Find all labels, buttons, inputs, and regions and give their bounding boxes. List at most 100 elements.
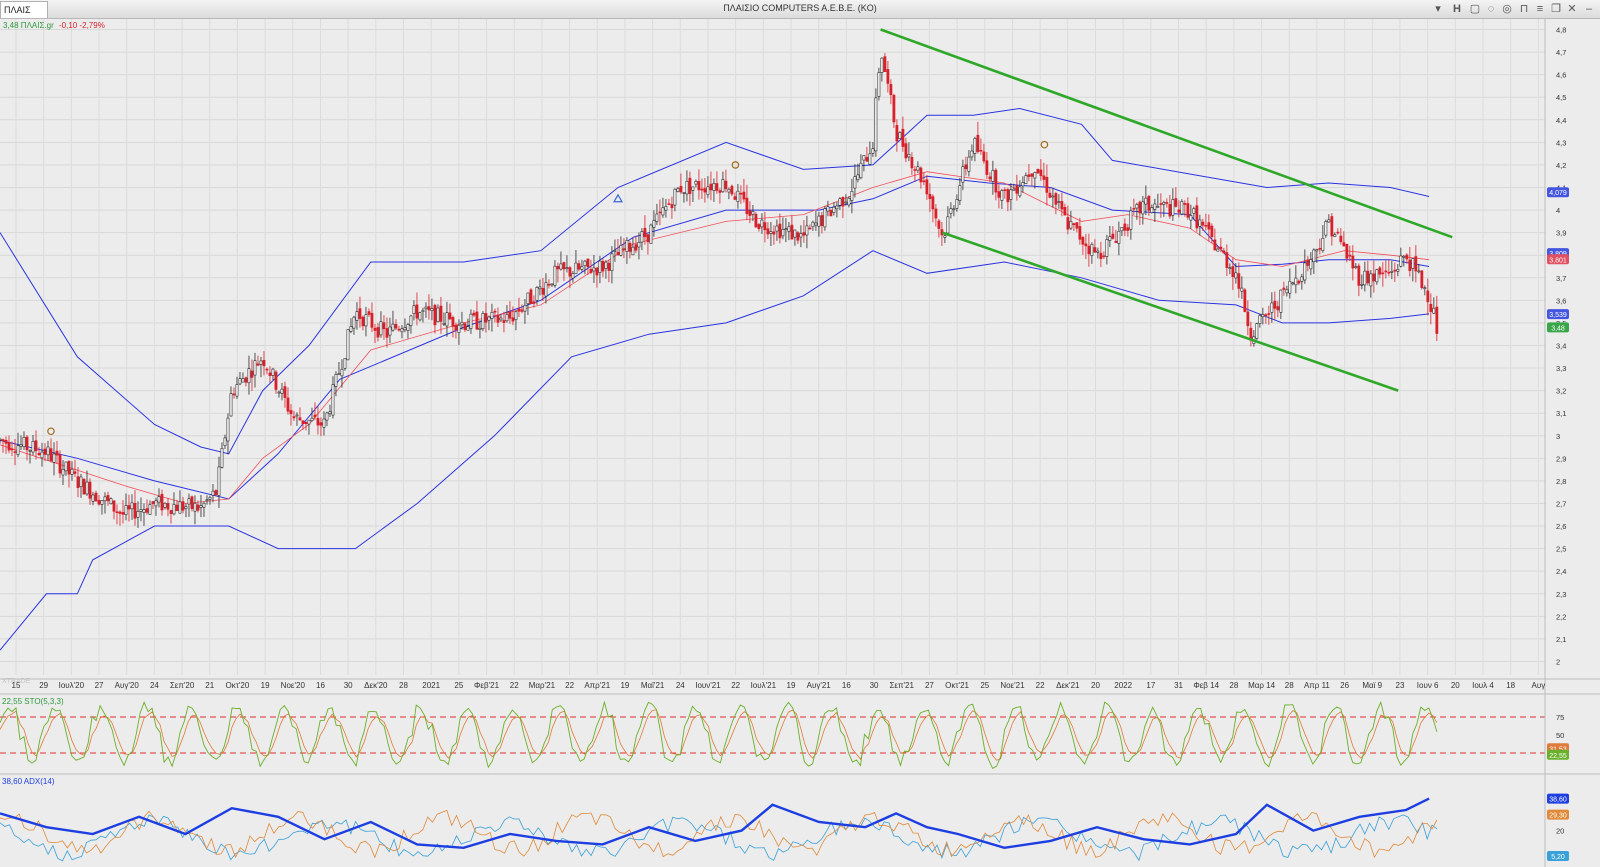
candle-body xyxy=(127,505,131,510)
candle-body xyxy=(688,177,692,194)
candle-body xyxy=(1354,266,1358,268)
candle-body xyxy=(1069,221,1073,229)
candle-body xyxy=(1294,277,1298,286)
candle-body xyxy=(739,192,743,195)
candle-body xyxy=(100,500,104,505)
candle-body xyxy=(313,414,317,418)
price-tick-label: 3,7 xyxy=(1556,274,1566,283)
restore-icon[interactable]: ❐ xyxy=(1549,2,1563,16)
candle-body xyxy=(1279,289,1283,313)
minimize-icon[interactable]: – xyxy=(1582,2,1596,16)
candle-body xyxy=(1114,240,1118,243)
close-icon[interactable]: ✕ xyxy=(1565,2,1579,16)
candle-body xyxy=(1378,267,1382,275)
candle-body xyxy=(1327,219,1331,223)
candle-body xyxy=(562,262,566,270)
candle-body xyxy=(1024,175,1028,185)
candle-body xyxy=(379,321,383,336)
candle-body xyxy=(829,209,833,217)
candle-body xyxy=(1432,307,1436,314)
candle-body xyxy=(97,500,101,505)
candle-body xyxy=(109,498,113,505)
candle-body xyxy=(1291,282,1295,285)
candle-body xyxy=(226,417,230,442)
candle-body xyxy=(82,478,86,495)
time-tick-label: 19 xyxy=(620,681,629,690)
candle-body xyxy=(67,461,71,475)
candle-body xyxy=(532,301,536,304)
window-icon[interactable]: ▢ xyxy=(1468,2,1482,16)
candle-body xyxy=(139,509,143,512)
chevron-down-icon[interactable]: ▾ xyxy=(1431,2,1445,16)
candle-body xyxy=(466,326,470,331)
candle-body xyxy=(286,397,290,412)
candle-body xyxy=(433,304,437,326)
candle-body xyxy=(985,160,989,175)
candle-body xyxy=(862,154,866,161)
candle-body xyxy=(1006,189,1010,203)
menu-icon[interactable]: ≡ xyxy=(1533,2,1547,16)
candle-body xyxy=(1231,266,1235,277)
candle-body xyxy=(652,220,656,228)
price-tag-label: 3,539 xyxy=(1549,312,1567,319)
candle-body xyxy=(289,410,293,415)
candle-body xyxy=(727,189,731,193)
h-button[interactable]: H xyxy=(1450,2,1464,16)
candle-body xyxy=(1042,175,1046,180)
candle-body xyxy=(958,185,962,201)
chart-svg[interactable]: 4,84,74,64,54,44,34,24,143,93,83,73,63,5… xyxy=(0,19,1600,867)
stoch-tick-label: 75 xyxy=(1556,713,1564,722)
comment-icon[interactable]: ◌ xyxy=(1484,2,1498,16)
candle-body xyxy=(793,229,797,238)
candle-body xyxy=(1066,217,1070,230)
candle-body xyxy=(1003,189,1007,192)
settings-icon[interactable]: ◎ xyxy=(1500,2,1514,16)
price-tick-label: 4,8 xyxy=(1556,26,1566,35)
candle-body xyxy=(418,312,422,321)
time-tick-label: 22 xyxy=(731,681,740,690)
candle-body xyxy=(10,448,14,451)
candle-body xyxy=(571,273,575,279)
adx-tag-label: 29,30 xyxy=(1549,813,1567,820)
candle-body xyxy=(649,224,653,244)
candle-body xyxy=(355,311,359,321)
candle-body xyxy=(1159,203,1163,205)
time-tick-label: 30 xyxy=(870,681,879,690)
candle-body xyxy=(142,509,146,513)
candle-body xyxy=(691,186,695,191)
candle-body xyxy=(1093,247,1097,253)
candle-body xyxy=(400,328,404,333)
candle-body xyxy=(376,327,380,338)
candle-body xyxy=(238,378,242,385)
candle-body xyxy=(1372,273,1376,282)
candle-body xyxy=(295,414,299,417)
price-tick-label: 2,2 xyxy=(1556,612,1566,621)
candle-body xyxy=(265,368,269,371)
candle-body xyxy=(1030,173,1034,177)
candle-body xyxy=(1387,271,1391,274)
candle-body xyxy=(193,503,197,512)
candle-body xyxy=(784,228,788,230)
candle-body xyxy=(214,490,218,495)
candle-body xyxy=(1180,201,1184,215)
lock-icon[interactable]: ⊓ xyxy=(1517,2,1531,16)
candle-body xyxy=(106,495,110,502)
candle-body xyxy=(148,504,152,515)
candle-body xyxy=(1183,203,1187,205)
candle-body xyxy=(1153,203,1157,210)
candle-body xyxy=(1018,186,1022,197)
candle-body xyxy=(1216,248,1220,252)
candle-body xyxy=(1084,243,1088,247)
candle-body xyxy=(235,384,239,397)
candle-body xyxy=(559,263,563,270)
candle-body xyxy=(427,306,431,311)
candle-body xyxy=(1381,272,1385,275)
candle-body xyxy=(1339,235,1343,243)
candle-body xyxy=(646,234,650,243)
time-tick-label: 31 xyxy=(1174,681,1183,690)
candle-body xyxy=(4,439,8,444)
candle-body xyxy=(496,315,500,323)
candle-body xyxy=(1168,204,1172,217)
candle-body xyxy=(853,176,857,189)
candle-body xyxy=(457,324,461,333)
